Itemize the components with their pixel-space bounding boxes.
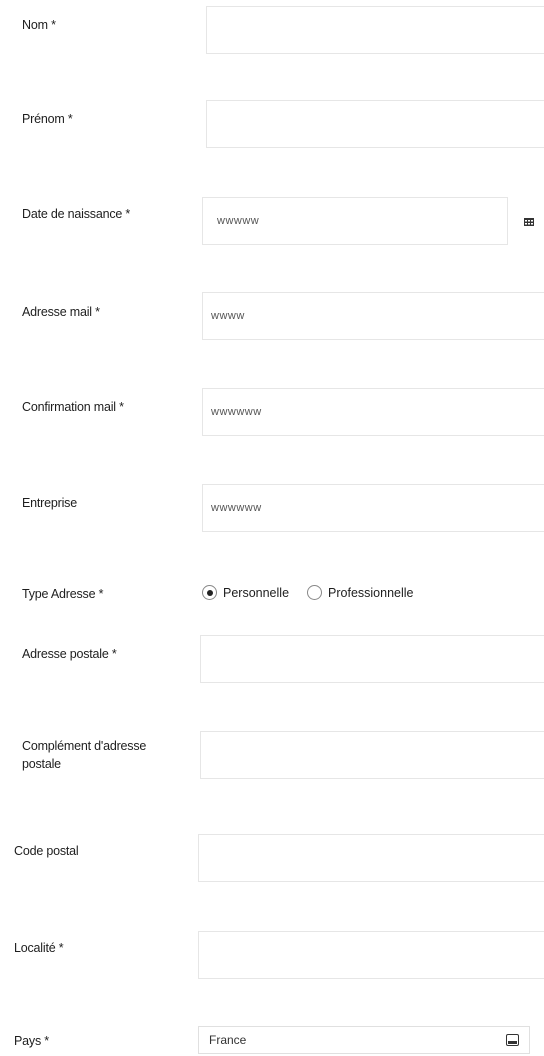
complement-label-line1: Complément d'adresse [22,739,147,753]
code-postal-label: Code postal [14,844,79,858]
dropdown-icon[interactable] [506,1034,519,1046]
date-naissance-label: Date de naissance * [22,207,131,221]
pays-label: Pays * [14,1034,49,1048]
complement-field[interactable] [200,731,544,779]
localite-input[interactable] [199,932,544,978]
nom-field[interactable] [206,6,544,54]
radio-personnelle[interactable] [202,585,217,600]
confirmation-mail-input[interactable] [203,389,544,435]
confirmation-mail-label: Confirmation mail * [22,400,124,414]
prenom-label: Prénom * [22,112,73,126]
code-postal-field[interactable] [198,834,544,882]
entreprise-field[interactable] [202,484,544,532]
adresse-mail-label: Adresse mail * [22,305,100,319]
radio-personnelle-label[interactable]: Personnelle [223,586,289,600]
type-adresse-label: Type Adresse * [22,587,104,601]
calendar-icon [524,217,534,226]
nom-input[interactable] [207,7,544,53]
adresse-postale-label: Adresse postale * [22,647,117,661]
date-naissance-input[interactable] [203,198,507,244]
prenom-input[interactable] [207,101,544,147]
nom-label: Nom * [22,18,56,32]
prenom-field[interactable] [206,100,544,148]
radio-professionnelle-label[interactable]: Professionnelle [328,586,413,600]
adresse-postale-input[interactable] [201,636,544,682]
pays-selected-value: France [209,1033,247,1047]
adresse-mail-input[interactable] [203,293,544,339]
pays-select[interactable]: France [198,1026,530,1054]
localite-label: Localité * [14,941,64,955]
adresse-mail-field[interactable] [202,292,544,340]
calendar-button[interactable] [514,197,544,245]
confirmation-mail-field[interactable] [202,388,544,436]
code-postal-input[interactable] [199,835,544,881]
radio-professionnelle[interactable] [307,585,323,600]
type-adresse-radio-group: Personnelle Professionnelle [202,585,425,600]
adresse-postale-field[interactable] [200,635,544,683]
complement-input[interactable] [201,732,544,778]
entreprise-input[interactable] [203,485,544,531]
complement-label-line2: postale [22,757,61,771]
radio-selected-dot [206,589,213,596]
date-naissance-field[interactable] [202,197,508,245]
localite-field[interactable] [198,931,544,979]
entreprise-label: Entreprise [22,496,77,510]
